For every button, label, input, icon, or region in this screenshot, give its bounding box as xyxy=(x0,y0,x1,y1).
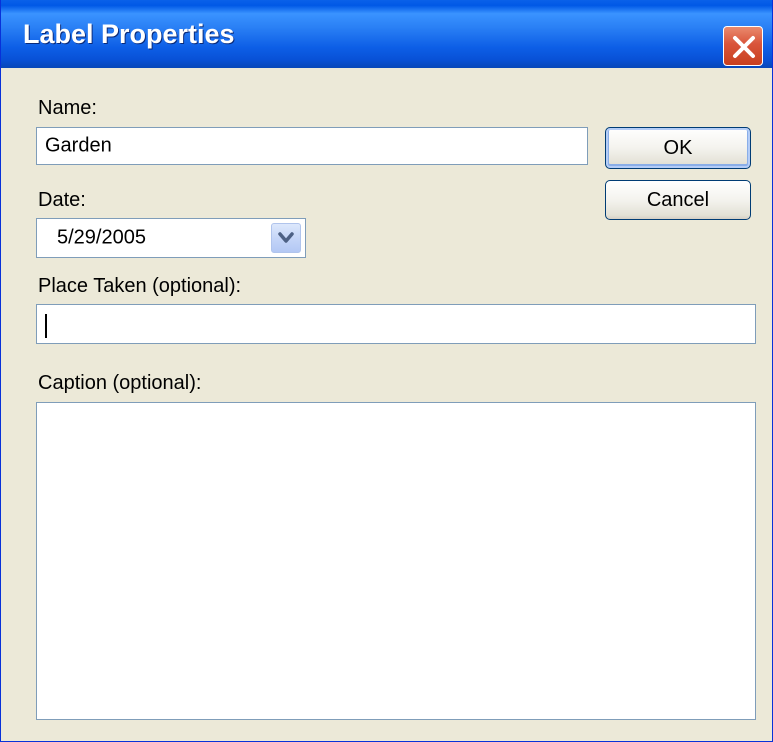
label-properties-dialog: Label Properties Name: Garden OK Cancel … xyxy=(0,0,773,742)
text-caret xyxy=(45,314,47,338)
caption-label: Caption (optional): xyxy=(38,372,202,394)
date-dropdown-button[interactable] xyxy=(271,223,301,253)
date-picker[interactable]: 5/29/2005 xyxy=(36,218,306,258)
date-picker-value: 5/29/2005 xyxy=(57,226,146,249)
chevron-down-icon xyxy=(278,232,294,243)
title-bar[interactable]: Label Properties xyxy=(1,0,772,68)
cancel-button[interactable]: Cancel xyxy=(605,180,751,220)
place-input[interactable] xyxy=(36,304,756,344)
date-label: Date: xyxy=(38,189,86,211)
ok-button-label: OK xyxy=(663,137,693,159)
place-label: Place Taken (optional): xyxy=(38,275,242,297)
close-button[interactable] xyxy=(723,26,763,66)
cancel-button-label: Cancel xyxy=(646,189,710,211)
close-icon xyxy=(733,36,755,58)
caption-textarea[interactable] xyxy=(36,402,756,720)
name-input[interactable]: Garden xyxy=(36,127,588,165)
window-title: Label Properties xyxy=(23,19,235,49)
ok-button[interactable]: OK xyxy=(605,127,751,169)
name-input-value: Garden xyxy=(45,134,112,157)
name-label: Name: xyxy=(38,97,97,119)
